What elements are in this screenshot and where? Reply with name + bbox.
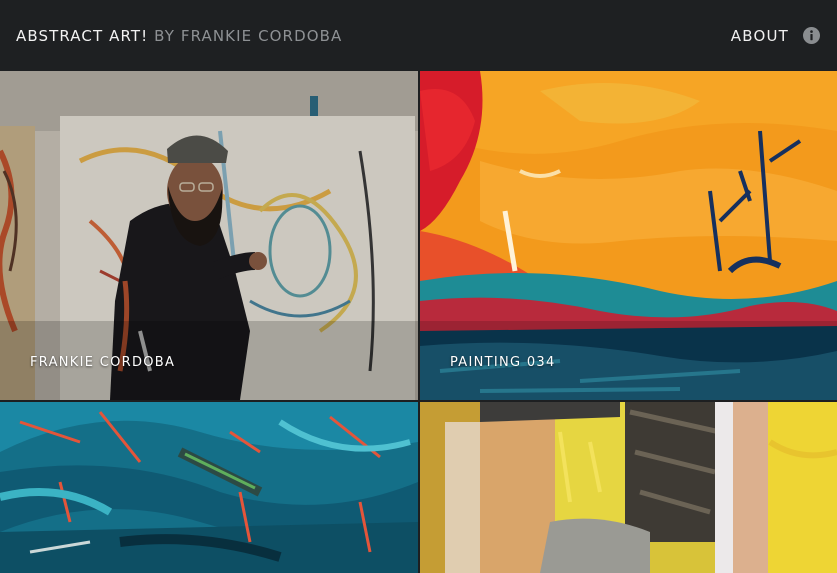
info-circle-icon[interactable] <box>803 27 820 44</box>
artist-photo <box>0 71 418 400</box>
site-title[interactable]: ABSTRACT ART! BY FRANKIE CORDOBA <box>16 27 342 45</box>
painting-image <box>0 402 418 573</box>
site-title-byline[interactable]: BY FRANKIE CORDOBA <box>154 27 342 45</box>
gallery-tile-artist[interactable]: FRANKIE CORDOBA <box>0 71 418 400</box>
gallery-tile-3[interactable] <box>0 402 418 573</box>
painting-image <box>420 402 837 573</box>
tile-caption: PAINTING 034 <box>450 355 556 370</box>
about-link[interactable]: ABOUT <box>731 27 789 45</box>
painting-034-image <box>420 71 837 400</box>
gallery-grid: FRANKIE CORDOBA PAINTING 034 <box>0 71 837 573</box>
site-header: ABSTRACT ART! BY FRANKIE CORDOBA ABOUT <box>0 0 837 71</box>
header-nav: ABOUT <box>731 27 820 45</box>
tile-caption: FRANKIE CORDOBA <box>30 355 176 370</box>
site-title-main[interactable]: ABSTRACT ART! <box>16 27 148 45</box>
gallery-tile-painting-034[interactable]: PAINTING 034 <box>420 71 837 400</box>
gallery-tile-4[interactable] <box>420 402 837 573</box>
